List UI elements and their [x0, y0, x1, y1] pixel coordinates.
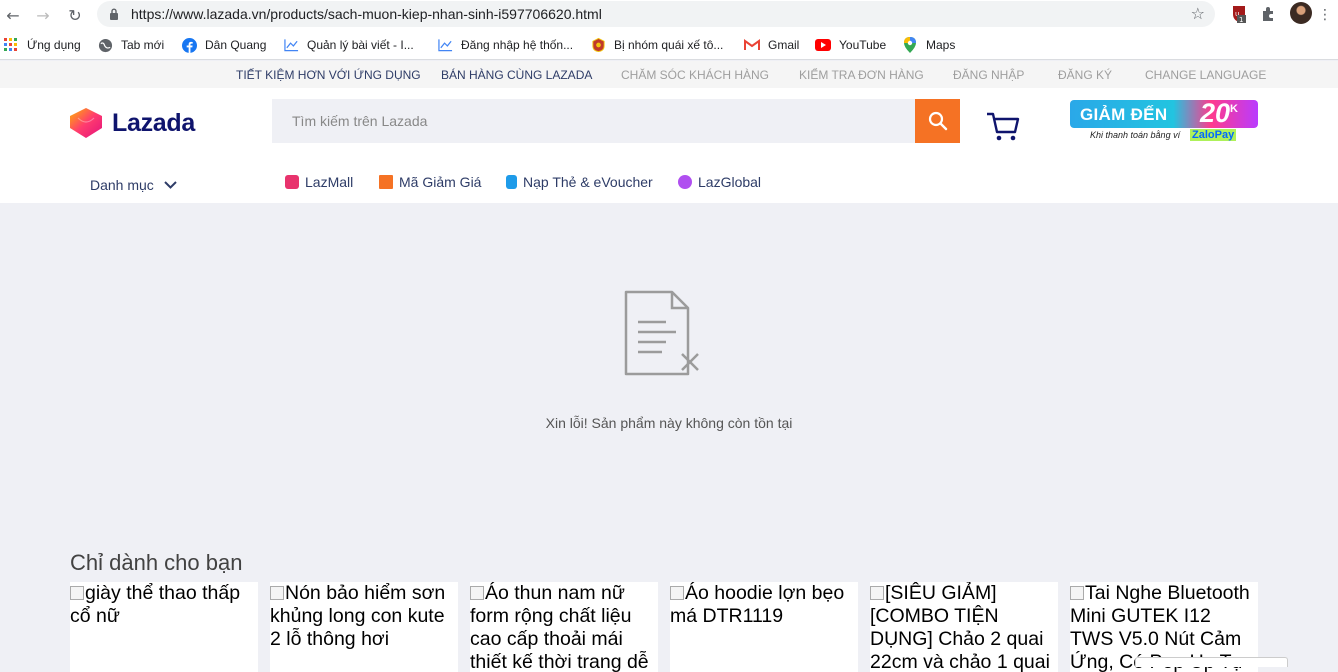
maps-icon — [902, 37, 918, 53]
lazada-header: Lazada GIẢM ĐẾN 20K Khi thanh toán bằng … — [0, 88, 1338, 203]
product-image-alt: Nón bảo hiểm sơn khủng long con kute 2 l… — [270, 582, 446, 650]
lazglobal-link[interactable]: LazGlobal — [678, 174, 761, 190]
browser-toolbar: ← → ↻ https://www.lazada.vn/products/sac… — [0, 0, 1338, 31]
youtube-icon — [815, 37, 831, 53]
category-menu[interactable]: Danh mục — [90, 177, 177, 193]
bookmark-gmail[interactable]: Gmail — [744, 36, 799, 54]
signup-link[interactable]: ĐĂNG KÝ — [1058, 68, 1112, 82]
facebook-icon — [181, 37, 197, 53]
phone-topup-icon — [506, 175, 517, 189]
bookmark-maps[interactable]: Maps — [902, 36, 955, 54]
promo-subtitle: Khi thanh toán bằng ví — [1090, 130, 1181, 140]
product-image-alt: Áo thun nam nữ form rộng chất liệu cao c… — [470, 582, 649, 672]
topup-evoucher-link[interactable]: Nạp Thẻ & eVoucher — [506, 174, 653, 190]
broken-image-icon — [1070, 586, 1084, 600]
product-card[interactable]: [SIÊU GIẢM] [COMBO TIỆN DỤNG] Chảo 2 qua… — [870, 582, 1058, 672]
lazada-top-bar: TIẾT KIỆM HƠN VỚI ỨNG DỤNG BÁN HÀNG CÙNG… — [0, 61, 1338, 88]
bookmark-login-system[interactable]: Đăng nhập hệ thốn... — [437, 36, 573, 54]
zalopay-logo: ZaloPay — [1190, 129, 1237, 141]
broken-image-icon — [270, 586, 284, 600]
product-card[interactable]: Áo hoodie lợn bẹo má DTR1119 — [670, 582, 858, 672]
lock-icon — [110, 8, 118, 20]
address-bar[interactable]: https://www.lazada.vn/products/sach-muon… — [97, 1, 1215, 27]
voucher-icon — [379, 175, 393, 189]
voucher-link[interactable]: Mã Giảm Giá — [379, 174, 481, 190]
product-image-alt: giày thể thao thấp cổ nữ — [70, 582, 241, 627]
bookmark-news[interactable]: Bị nhóm quái xế tô... — [590, 36, 723, 54]
chart-icon — [283, 37, 299, 53]
back-arrow-icon[interactable]: ← — [2, 4, 24, 26]
change-language-link[interactable]: CHANGE LANGUAGE — [1145, 68, 1266, 82]
search-input[interactable] — [272, 99, 915, 143]
broken-image-icon — [870, 586, 884, 600]
browser-menu-icon[interactable]: ⋮ — [1314, 4, 1336, 26]
broken-image-icon — [670, 586, 684, 600]
lazada-heart-icon — [70, 108, 102, 138]
promo-title: GIẢM ĐẾN — [1080, 105, 1168, 124]
product-card[interactable]: Nón bảo hiểm sơn khủng long con kute 2 l… — [270, 582, 458, 672]
bookmark-apps[interactable]: Ứng dụng — [3, 36, 81, 54]
chat-widget-tab[interactable] — [1135, 657, 1288, 667]
svg-text:1: 1 — [1239, 16, 1243, 24]
product-image-alt: [SIÊU GIẢM] [COMBO TIỆN DỤNG] Chảo 2 qua… — [870, 582, 1050, 672]
url-text: https://www.lazada.vn/products/sach-muon… — [131, 6, 602, 22]
bookmark-star-icon[interactable]: ☆ — [1191, 4, 1205, 23]
chevron-down-icon — [164, 181, 177, 189]
promo-amount: 20K — [1200, 98, 1238, 128]
shield-icon — [590, 37, 606, 53]
recommendations-title: Chỉ dành cho bạn — [70, 550, 243, 575]
search-button[interactable] — [915, 99, 960, 143]
gmail-icon — [744, 37, 760, 53]
profile-avatar[interactable] — [1290, 2, 1312, 24]
bookmark-post-manager[interactable]: Quản lý bài viết - I... — [283, 36, 414, 54]
bookmark-youtube[interactable]: YouTube — [815, 36, 886, 54]
puzzle-extensions-icon[interactable] — [1259, 4, 1279, 24]
lazmall-link[interactable]: LazMall — [285, 174, 353, 190]
lazada-logo[interactable]: Lazada — [68, 108, 195, 138]
broken-image-icon — [470, 586, 484, 600]
cart-icon[interactable] — [985, 110, 1021, 142]
product-card[interactable]: giày thể thao thấp cổ nữ — [70, 582, 258, 672]
product-image-alt: Áo hoodie lợn bẹo má DTR1119 — [670, 582, 845, 627]
customer-care-link[interactable]: CHĂM SÓC KHÁCH HÀNG — [621, 68, 769, 82]
search-icon — [928, 111, 947, 131]
login-link[interactable]: ĐĂNG NHẬP — [953, 68, 1024, 82]
bookmark-new-tab[interactable]: Tab mới — [97, 36, 164, 54]
bookmarks-bar: Ứng dụng Tab mới Dân Quang Quản lý bài v… — [0, 31, 1338, 60]
track-order-link[interactable]: KIỂM TRA ĐƠN HÀNG — [799, 68, 924, 82]
lazmall-icon — [285, 175, 299, 189]
reload-icon[interactable]: ↻ — [64, 4, 86, 26]
zalopay-promo-banner[interactable]: GIẢM ĐẾN 20K Khi thanh toán bằng ví Zalo… — [1070, 98, 1258, 144]
product-card[interactable]: Áo thun nam nữ form rộng chất liệu cao c… — [470, 582, 658, 672]
ublock-extension-icon[interactable]: u 1 — [1229, 4, 1249, 24]
save-with-app-link[interactable]: TIẾT KIỆM HƠN VỚI ỨNG DỤNG — [236, 68, 421, 82]
broken-image-icon — [70, 586, 84, 600]
product-not-found-message: Xin lỗi! Sản phẩm này không còn tồn tại — [545, 415, 793, 431]
globe-icon — [97, 37, 113, 53]
document-not-found-icon — [624, 290, 699, 376]
logo-text: Lazada — [112, 108, 195, 137]
apps-icon — [3, 37, 19, 53]
forward-arrow-icon[interactable]: → — [32, 4, 54, 26]
chart-icon — [437, 37, 453, 53]
sell-on-lazada-link[interactable]: BÁN HÀNG CÙNG LAZADA — [441, 68, 592, 82]
globe-icon — [678, 175, 692, 189]
bookmark-dan-quang[interactable]: Dân Quang — [181, 36, 266, 54]
